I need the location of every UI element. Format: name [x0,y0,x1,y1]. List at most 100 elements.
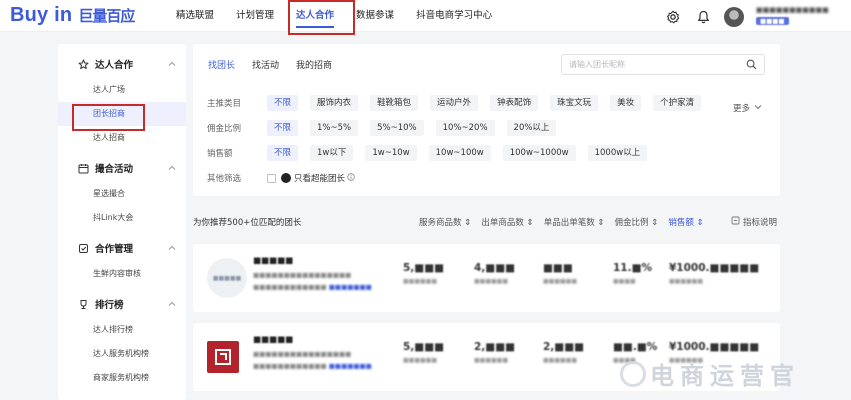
tab-my-recruit[interactable]: 我的招商 [296,58,332,71]
settings-icon[interactable] [664,8,682,26]
filter-label: 主推类目 [207,99,242,109]
chip-category-personal-care[interactable]: 个护家清 [653,95,702,111]
filter-row-sales: 销售额 不限 1w以下 1w~10w 10w~100w 100w~1000w 1… [207,145,659,161]
stat-value: ¥1000.■■■■■ [669,262,760,274]
sidebar-item-merchant-agency-ranking[interactable]: 商家服务机构榜 [58,366,186,390]
chevron-up-icon[interactable] [168,163,176,174]
brand-mark-icon [215,349,231,365]
sidebar-item-star-match[interactable]: 星选撮合 [58,182,186,206]
chip-category-sports[interactable]: 运动户外 [430,95,479,111]
sort-ordered-products[interactable]: 出单商品数 ⇕ [481,216,533,228]
sidebar-group-label: 撮合活动 [95,164,134,175]
leader-card[interactable]: ■■■■■ ■■■■■■■■■■■■■■■■ ■■■■■■■■■■■■ ■■■■… [193,323,780,391]
stat-label: ■■■■■■ [669,357,704,364]
main-content: 找团长 找活动 我的招商 主推类目 不限 服饰内衣 鞋靴箱包 运动户外 钟表配饰… [193,44,780,400]
chip-commission-20-plus[interactable]: 20%以上 [506,120,557,136]
calendar-icon [78,163,89,174]
stat-commission: 11.■% ■■■■ [613,262,652,285]
super-leader-filter[interactable]: 只看超能团长 [267,172,355,184]
sidebar-group-influencer[interactable]: 达人合作 [58,50,186,78]
search-icon[interactable] [746,59,757,73]
more-categories-button[interactable]: 更多 [733,102,762,114]
chip-commission-10-20[interactable]: 10%~20% [435,120,495,136]
chevron-up-icon[interactable] [168,59,176,70]
sidebar: 达人合作 达人广场 团长招商 达人招商 撮合活动 星选撮合 抖Link大会 合作… [58,44,186,400]
sort-commission[interactable]: 佣金比例 ⇕ [615,216,659,228]
chip-category-apparel[interactable]: 服饰内衣 [310,95,359,111]
sort-bar: 服务商品数 ⇕ 出单商品数 ⇕ 单品出单笔数 ⇕ 佣金比例 ⇕ 销售额 ⇕ [419,216,714,228]
leader-meta-text: ■■■■■■■■■■■■ [253,283,327,291]
stat-label: ■■■■■■ [543,278,578,285]
chip-commission-5-10[interactable]: 5%~10% [370,120,424,136]
sidebar-item-influencer-agency-ranking[interactable]: 达人服务机构榜 [58,342,186,366]
chip-category-beauty[interactable]: 美妆 [610,95,642,111]
chip-commission-1-5[interactable]: 1%~5% [310,120,359,136]
stat-service-products: 5,■■■ ■■■■■■ [403,341,444,364]
sidebar-group-matchmaking[interactable]: 撮合活动 [58,154,186,182]
sidebar-item-fresh-content-review[interactable]: 生鲜内容审核 [58,262,186,286]
search-input[interactable] [569,55,739,74]
user-info[interactable]: ■■■■■■■■■■■ ■■■■ [756,6,846,26]
chip-category-any[interactable]: 不限 [267,95,299,111]
filter-label: 销售额 [207,149,233,159]
nav-item-data-advisor[interactable]: 数据参谋 [356,0,394,32]
brand-logo[interactable]: Buy in 巨量百应 [10,4,135,26]
metric-help-label: 指标说明 [743,218,778,228]
chip-sales-1000w-plus[interactable]: 1000w以上 [587,145,648,161]
chip-sales-1w-10w[interactable]: 1w~10w [365,145,417,161]
stat-label: ■■■■■■ [543,357,578,364]
leader-info: ■■■■■ ■■■■■■■■■■■■■■■■ ■■■■■■■■■■■■ ■■■■… [253,256,383,291]
chip-commission-any[interactable]: 不限 [267,120,299,136]
stat-value: ¥1000.■■■■■ [669,341,760,353]
sidebar-item-leader-recruit[interactable]: 团长招商 [58,102,186,126]
chevron-up-icon[interactable] [168,299,176,310]
sort-label: 佣金比例 [614,218,649,228]
sidebar-group-cooperation-mgmt[interactable]: 合作管理 [58,234,186,262]
chevron-up-icon[interactable] [168,243,176,254]
nav-item-influencer-cooperation[interactable]: 达人合作 [296,0,335,32]
sidebar-item-influencer-ranking[interactable]: 达人排行榜 [58,318,186,342]
leader-logo [207,341,239,373]
metric-help-link[interactable]: 指标说明 [731,216,777,228]
info-icon[interactable] [347,172,355,184]
leader-activity-link[interactable]: ■■■■■■■ [329,362,372,370]
leader-name[interactable]: ■■■■■ [253,335,383,345]
stat-commission: ■■.■% ■■■■ [613,341,657,364]
tab-find-activity[interactable]: 找活动 [252,58,279,71]
sidebar-group-rankings[interactable]: 排行榜 [58,290,186,318]
tab-find-leader[interactable]: 找团长 [208,58,235,71]
filter-label: 其他筛选 [207,174,242,184]
sort-label: 销售额 [668,218,694,228]
chip-sales-under-1w[interactable]: 1w以下 [310,145,354,161]
sort-service-products[interactable]: 服务商品数 ⇕ [419,216,471,228]
leader-activity-link[interactable]: ■■■■■■■ [329,283,372,291]
stat-ordered-products: 4,■■■ ■■■■■■ [474,262,515,285]
user-role-badge: ■■■■ [756,17,789,25]
sort-single-orders[interactable]: 单品出单笔数 ⇕ [544,216,605,228]
crown-icon [281,173,291,183]
user-avatar[interactable] [724,7,744,27]
leader-card[interactable]: ■■■■■ ■■■■■ ■■■■■■■■■■■■■■■■ ■■■■■■■■■■■… [193,244,780,312]
stat-label: ■■■■■■ [403,278,438,285]
leader-desc: ■■■■■■■■■■■■■■■■ [253,271,352,279]
chip-category-shoes-bags[interactable]: 鞋靴箱包 [370,95,419,111]
chip-sales-100w-1000w[interactable]: 100w~1000w [502,145,576,161]
nav-item-learning-center[interactable]: 抖音电商学习中心 [416,0,492,32]
chip-category-jewelry[interactable]: 珠宝文玩 [550,95,599,111]
chip-category-watches[interactable]: 钟表配饰 [490,95,539,111]
user-name: ■■■■■■■■■■■ [756,6,829,14]
sidebar-item-influencer-recruit[interactable]: 达人招商 [58,126,186,150]
leader-meta: ■■■■■■■■■■■■ ■■■■■■■ [253,283,383,291]
nav-item-selected-alliance[interactable]: 精选联盟 [176,0,214,32]
super-leader-checkbox[interactable] [267,173,276,183]
bell-icon[interactable] [694,8,712,26]
nav-item-plan-management[interactable]: 计划管理 [236,0,274,32]
chip-sales-10w-100w[interactable]: 10w~100w [428,145,491,161]
sidebar-item-link-conference[interactable]: 抖Link大会 [58,206,186,230]
top-bar: Buy in 巨量百应 精选联盟 计划管理 达人合作 数据参谋 抖音电商学习中心… [0,0,851,32]
chip-sales-any[interactable]: 不限 [267,145,299,161]
leader-name[interactable]: ■■■■■ [253,256,383,266]
sort-sales[interactable]: 销售额 ⇕ [668,216,703,228]
sidebar-item-influencer-square[interactable]: 达人广场 [58,78,186,102]
leader-logo-text: ■■■■■ [212,274,242,282]
